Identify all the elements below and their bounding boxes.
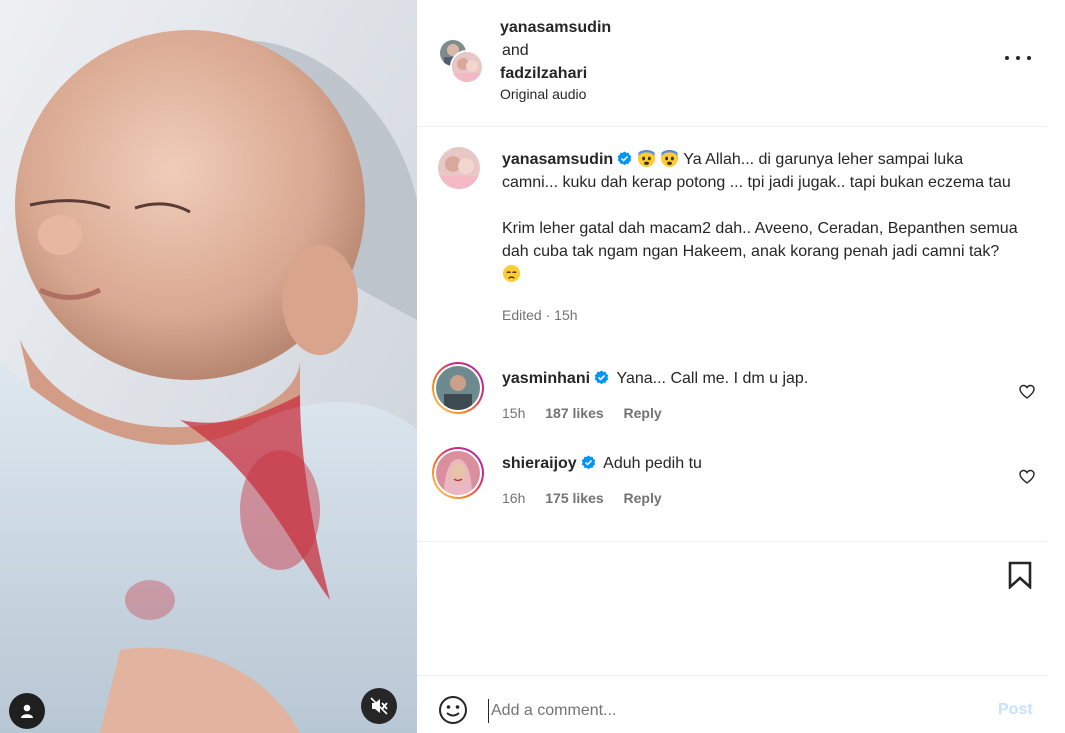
collab-avatars[interactable] <box>438 38 484 84</box>
speaker-muted-icon <box>370 697 388 715</box>
avatar-story-ring[interactable] <box>432 447 484 499</box>
comment-input[interactable] <box>488 699 978 723</box>
disappointed-face-emoji-icon <box>502 264 521 283</box>
and-label: and <box>502 42 529 59</box>
comment-text: shieraijoy Aduh pedih tu <box>502 455 702 473</box>
post-button[interactable]: Post <box>998 701 1033 719</box>
add-comment-bar: Post <box>417 677 1047 733</box>
comment-meta: 16h 175 likes Reply <box>502 490 678 506</box>
avatar-story-ring[interactable] <box>432 362 484 414</box>
baby-photo <box>0 0 417 733</box>
edited-label: Edited <box>502 307 542 323</box>
caption-username[interactable]: yanasamsudin <box>502 151 613 168</box>
post-media-video[interactable] <box>0 0 417 733</box>
bookmark-icon[interactable] <box>1007 561 1033 589</box>
reply-button[interactable]: Reply <box>624 490 662 506</box>
comment-likes[interactable]: 175 likes <box>545 490 603 506</box>
verified-badge-icon <box>617 151 632 166</box>
heart-icon[interactable] <box>1019 384 1035 400</box>
caption-meta: Edited · 15h <box>502 307 578 323</box>
anxious-face-emoji-icon <box>661 149 679 168</box>
comment-text: yasminhani Yana... Call me. I dm u jap. <box>502 370 808 388</box>
reply-button[interactable]: Reply <box>624 405 662 421</box>
comment-body: Aduh pedih tu <box>603 455 702 472</box>
avatar[interactable] <box>450 50 484 84</box>
avatar[interactable] <box>436 366 480 410</box>
verified-badge-icon <box>581 455 595 470</box>
comment-username[interactable]: shieraijoy <box>502 455 577 472</box>
anxious-face-emoji-icon <box>637 149 655 168</box>
post-actions-bar <box>417 541 1047 676</box>
comment-time[interactable]: 15h <box>502 405 525 421</box>
emoji-smile-icon[interactable] <box>438 695 468 725</box>
caption-time[interactable]: 15h <box>554 307 577 323</box>
avatar[interactable] <box>438 147 480 189</box>
caption-text: yanasamsudin Ya Allah... di garunya lehe… <box>502 148 1022 327</box>
username-link[interactable]: yanasamsudin <box>500 16 611 39</box>
mute-button[interactable] <box>361 688 397 724</box>
username-link[interactable]: fadzilzahari <box>500 62 611 85</box>
comment-time[interactable]: 16h <box>502 490 525 506</box>
comment-meta: 15h 187 likes Reply <box>502 405 678 421</box>
comment-username[interactable]: yasminhani <box>502 370 590 387</box>
comment-item: yasminhani Yana... Call me. I dm u jap. … <box>417 362 1047 442</box>
tagged-users-button[interactable] <box>9 693 45 729</box>
comment-item: shieraijoy Aduh pedih tu 16h 175 likes R… <box>417 447 1047 527</box>
heart-icon[interactable] <box>1019 469 1035 485</box>
original-audio-link[interactable]: Original audio <box>500 86 586 102</box>
comment-body: Yana... Call me. I dm u jap. <box>616 370 809 387</box>
collab-usernames: yanasamsudin and fadzilzahari <box>500 16 611 85</box>
more-options-button[interactable] <box>1005 48 1031 68</box>
caption-line-2: Krim leher gatal dah macam2 dah.. Aveeno… <box>502 220 1018 260</box>
more-horizontal-icon <box>1005 56 1009 60</box>
post-details-panel: yanasamsudin and fadzilzahari Original a… <box>417 0 1065 733</box>
verified-badge-icon <box>594 370 609 385</box>
user-icon <box>21 704 33 718</box>
post-header: yanasamsudin and fadzilzahari Original a… <box>417 0 1047 127</box>
avatar[interactable] <box>436 451 480 495</box>
comment-likes[interactable]: 187 likes <box>545 405 603 421</box>
